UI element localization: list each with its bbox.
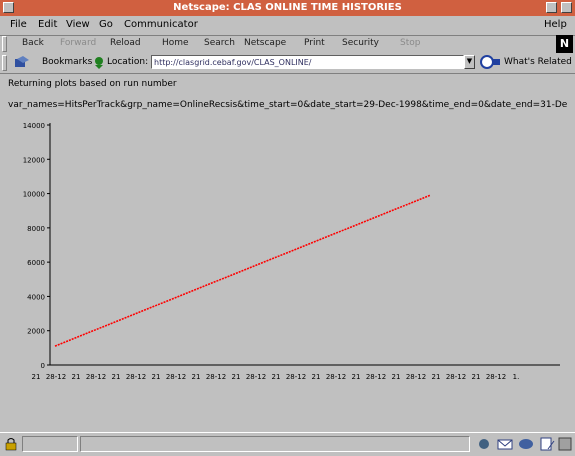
mail-icon[interactable]: [497, 437, 513, 451]
x-tick-label: 21: [432, 373, 441, 381]
x-tick-label: 21: [352, 373, 361, 381]
x-tick-label: 28-12: [46, 373, 66, 381]
whats-related-icon[interactable]: [480, 55, 502, 70]
status-bar: [0, 432, 575, 456]
x-tick-label: 21: [312, 373, 321, 381]
forward-button[interactable]: Forward: [60, 38, 96, 48]
x-tick-label: 21: [192, 373, 201, 381]
minimize-button[interactable]: [546, 2, 557, 13]
x-tick-label: 28-12: [206, 373, 226, 381]
x-tick-label: 28-12: [86, 373, 106, 381]
x-tick-label: 21: [392, 373, 401, 381]
menu-help[interactable]: Help: [544, 19, 567, 30]
home-button[interactable]: Home: [162, 38, 189, 48]
y-tick-label: 0: [41, 362, 45, 370]
y-tick-label: 4000: [27, 293, 45, 301]
x-tick-label: 1.: [513, 373, 520, 381]
x-tick-label: 28-12: [486, 373, 506, 381]
navigation-toolbar: Back Forward Reload Home Search Netscape…: [0, 35, 575, 53]
menu-file[interactable]: File: [10, 19, 27, 30]
bookmarks-icon[interactable]: [14, 56, 30, 69]
location-label: Location:: [107, 57, 149, 67]
x-tick-label: 28-12: [406, 373, 426, 381]
x-tick-label: 28-12: [446, 373, 466, 381]
x-tick-label: 28-12: [326, 373, 346, 381]
y-tick-label: 8000: [27, 225, 45, 233]
x-tick-label: 21: [152, 373, 161, 381]
menu-edit[interactable]: Edit: [38, 19, 57, 30]
data-series-line: [54, 194, 431, 347]
x-tick-label: 21: [272, 373, 281, 381]
print-button[interactable]: Print: [304, 38, 325, 48]
whats-related-label[interactable]: What's Related: [504, 57, 572, 67]
x-tick-label: 28-12: [246, 373, 266, 381]
search-button[interactable]: Search: [204, 38, 235, 48]
window-menu-button[interactable]: [3, 2, 14, 13]
x-tick-label: 21: [472, 373, 481, 381]
x-tick-label: 28-12: [126, 373, 146, 381]
y-tick-label: 10000: [23, 191, 45, 199]
x-tick-label: 28-12: [166, 373, 186, 381]
security-button[interactable]: Security: [342, 38, 379, 48]
page-content: Returning plots based on run number var_…: [0, 74, 575, 430]
composer-icon[interactable]: [539, 437, 555, 451]
x-tick-label: 21: [232, 373, 241, 381]
url-dropdown-icon[interactable]: ▼: [464, 55, 475, 69]
progress-bar: [22, 436, 78, 452]
y-tick-label: 2000: [27, 328, 45, 336]
stop-button[interactable]: Stop: [400, 38, 420, 48]
discussion-icon[interactable]: [518, 437, 534, 451]
menu-communicator[interactable]: Communicator: [124, 19, 198, 30]
location-toolbar: Bookmarks Location: http://clasgrid.ceba…: [0, 53, 575, 74]
toolbar-grip[interactable]: [2, 36, 7, 52]
window-title: Netscape: CLAS ONLINE TIME HISTORIES: [173, 2, 402, 13]
netscape-button[interactable]: Netscape: [244, 38, 286, 48]
reload-button[interactable]: Reload: [110, 38, 141, 48]
x-tick-label: 21: [112, 373, 121, 381]
back-button[interactable]: Back: [22, 38, 44, 48]
maximize-button[interactable]: [561, 2, 572, 13]
navigator-icon[interactable]: [476, 437, 492, 451]
y-tick-label: 12000: [23, 156, 45, 164]
y-tick-label: 14000: [23, 122, 45, 130]
menu-go[interactable]: Go: [99, 19, 113, 30]
status-message: [80, 436, 470, 452]
time-history-chart: 0 2000 4000 6000 8000 10000 12000 14000 21 28-12 2…: [23, 122, 560, 381]
location-icon: [95, 57, 103, 69]
x-tick-label: 28-12: [366, 373, 386, 381]
x-tick-label: 21: [32, 373, 41, 381]
query-string: var_names=HitsPerTrack&grp_name=OnlineRe…: [8, 100, 568, 110]
dock-icon[interactable]: [558, 437, 572, 451]
location-grip[interactable]: [2, 55, 7, 71]
bookmarks-label[interactable]: Bookmarks: [42, 57, 92, 67]
page-heading: Returning plots based on run number: [8, 79, 177, 89]
menu-bar: File Edit View Go Communicator Help: [0, 16, 575, 36]
netscape-logo-icon: N: [556, 35, 573, 53]
url-input[interactable]: http://clasgrid.cebaf.gov/CLAS_ONLINE/: [151, 55, 464, 69]
x-tick-label: 28-12: [286, 373, 306, 381]
window-title-bar[interactable]: Netscape: CLAS ONLINE TIME HISTORIES: [0, 0, 575, 16]
security-lock-icon[interactable]: [4, 437, 18, 451]
x-tick-label: 21: [72, 373, 81, 381]
y-tick-label: 6000: [27, 259, 45, 267]
menu-view[interactable]: View: [66, 19, 90, 30]
